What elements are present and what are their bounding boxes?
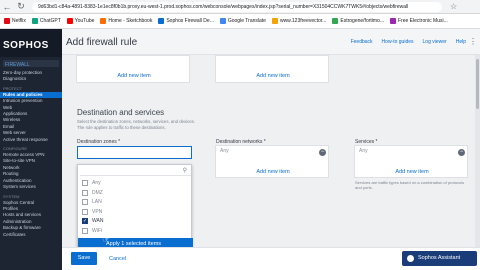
source-zones-panel: Add new item [76, 55, 190, 83]
bookmark-item[interactable]: Estrogene/fortimo... [332, 18, 384, 24]
bookmark-item[interactable]: YouTube [66, 18, 95, 24]
dropdown-option[interactable]: LAN [82, 198, 102, 206]
section-title: Destination and services [77, 108, 165, 117]
close-icon[interactable]: ⋮ [469, 37, 477, 46]
logo-subtext: FIREWALL [5, 62, 30, 68]
bookmark-favicon-icon [158, 18, 165, 24]
checkbox-icon[interactable] [82, 180, 88, 186]
checkbox-checked-icon[interactable]: ✓ [82, 218, 88, 224]
help-link[interactable]: Help [456, 39, 466, 45]
add-new-item-link[interactable]: Add new item [355, 169, 469, 175]
scrollbar[interactable] [475, 55, 480, 247]
bookmark-item[interactable]: Home - Sketchbook [100, 18, 152, 24]
zones-dropdown: ⚲ Any DMZ LAN VPN ✓ WAN WiFi Apply 1 selected … [77, 164, 193, 250]
save-button[interactable]: Save [71, 252, 97, 265]
add-new-item-link[interactable]: Add new item [216, 73, 330, 79]
dropdown-option[interactable]: Any [82, 179, 101, 187]
dropdown-option-label: Any [92, 180, 101, 186]
add-new-item-link[interactable]: Add new item [216, 169, 330, 175]
bookmark-label: YouTube [74, 18, 95, 24]
destination-zones-label: Destination zones * [77, 139, 121, 145]
source-networks-panel: Add new item [215, 55, 329, 83]
bookmark-label: Google Translate [227, 18, 266, 24]
footer-bar: Save Cancel Sophos Assistant [62, 247, 480, 270]
cancel-button[interactable]: Cancel [109, 256, 126, 262]
sidebar-item-active-threat-response[interactable]: Active threat response [0, 137, 62, 143]
dropdown-option-label: VPN [92, 208, 103, 215]
sidebar: SOPHOS FIREWALL Zero-day protection Diagn… [0, 29, 62, 270]
bookmark-label: ChatGPT [39, 18, 61, 24]
destination-networks-value[interactable]: Any [216, 146, 328, 159]
checkbox-icon[interactable] [82, 227, 88, 234]
dropdown-option[interactable]: VPN [82, 208, 102, 216]
search-icon: ⚲ [182, 168, 187, 174]
bookmark-favicon-icon [390, 18, 397, 24]
services-value[interactable]: Any [355, 146, 467, 159]
bookmark-favicon-icon [271, 18, 278, 24]
dropdown-option-label: WiFi [92, 227, 102, 234]
bookmark-label: www.123freevector... [279, 18, 327, 24]
checkbox-icon[interactable] [82, 199, 88, 205]
bookmark-star-icon[interactable]: ☆ [450, 2, 457, 11]
bookmark-label: Home - Sketchbook [108, 18, 153, 24]
scroll-thumb[interactable] [476, 59, 479, 109]
bookmark-favicon-icon [31, 18, 38, 24]
sophos-assistant-button[interactable]: Sophos Assistant [402, 251, 477, 266]
bookmark-favicon-icon [66, 18, 73, 24]
bookmark-favicon-icon [219, 18, 226, 24]
bookmark-favicon-icon [4, 18, 10, 24]
back-icon[interactable]: ← [0, 2, 14, 12]
remove-icon[interactable]: − [319, 149, 326, 156]
url-input[interactable]: 9d63bd1-c84a-4891-8383-1e1ec8f0b1b.proxy… [32, 1, 442, 12]
dropdown-option[interactable]: DMZ [82, 189, 103, 197]
bookmark-label: Free Electronic Musi... [398, 18, 448, 24]
dropdown-option[interactable]: WiFi [82, 227, 102, 235]
destination-zones-input[interactable] [77, 146, 192, 159]
assistant-icon [407, 255, 414, 262]
services-note: Services are traffic types based on a co… [355, 180, 465, 190]
page-header: Add firewall rule Feedback How-to guides… [62, 29, 480, 55]
bookmark-label: Estrogene/fortimo... [340, 18, 385, 24]
bookmarks-bar: Netflix ChatGPT YouTube Home - Sketchbook So… [0, 14, 480, 29]
dropdown-option-label: LAN [92, 199, 102, 205]
bookmark-label: Netflix [12, 18, 26, 24]
dropdown-option[interactable]: ✓ WAN [82, 217, 103, 225]
remove-icon[interactable]: − [458, 149, 465, 156]
services-panel: Any − Add new item [354, 145, 468, 178]
bookmark-item[interactable]: Sophos Firewall De... [158, 18, 214, 24]
bookmark-item[interactable]: Google Translate [219, 18, 266, 24]
logo-text: SOPHOS [3, 40, 49, 51]
sidebar-item-system-services[interactable]: System services [0, 184, 62, 190]
page-title: Add firewall rule [66, 37, 138, 48]
bookmark-item[interactable]: www.123freevector... [271, 18, 327, 24]
section-description-line: The rule applies to traffic to these des… [77, 124, 166, 130]
bookmark-item[interactable]: ChatGPT [31, 18, 61, 24]
section-description: Select the destination zones, networks, … [77, 119, 195, 130]
dropdown-search-input[interactable]: ⚲ [80, 166, 191, 176]
sidebar-item-diagnostics[interactable]: Diagnostics [0, 76, 62, 82]
sidebar-item-certificates[interactable]: Certificates [0, 232, 62, 238]
feedback-link[interactable]: Feedback [351, 39, 373, 45]
checkbox-icon[interactable] [82, 208, 88, 215]
bookmark-favicon-icon [100, 18, 107, 24]
bookmark-item[interactable]: Netflix [4, 18, 26, 24]
destination-networks-panel: Any − Add new item [215, 145, 329, 178]
section-description-line: Select the destination zones, networks, … [77, 119, 195, 124]
mouse-cursor-icon: ☞ [102, 234, 111, 244]
logo: SOPHOS FIREWALL [0, 29, 62, 68]
browser-address-bar: ← ↻ 9d63bd1-c84a-4891-8383-1e1ec8f0b1b.p… [0, 0, 480, 14]
dropdown-option-label: WAN [92, 218, 104, 224]
assistant-label: Sophos Assistant [418, 255, 461, 261]
checkbox-icon[interactable] [82, 189, 88, 196]
reload-icon[interactable]: ↻ [14, 1, 28, 12]
bookmark-item[interactable]: Free Electronic Musi... [390, 18, 448, 24]
how-to-guides-link[interactable]: How-to guides [382, 39, 414, 45]
bookmark-favicon-icon [332, 18, 339, 24]
bookmark-label: Sophos Firewall De... [166, 18, 214, 24]
add-new-item-link[interactable]: Add new item [77, 73, 191, 79]
dropdown-option-label: DMZ [92, 189, 103, 196]
header-links: Feedback How-to guides Log viewer Help [351, 39, 466, 45]
log-viewer-link[interactable]: Log viewer [423, 39, 447, 45]
